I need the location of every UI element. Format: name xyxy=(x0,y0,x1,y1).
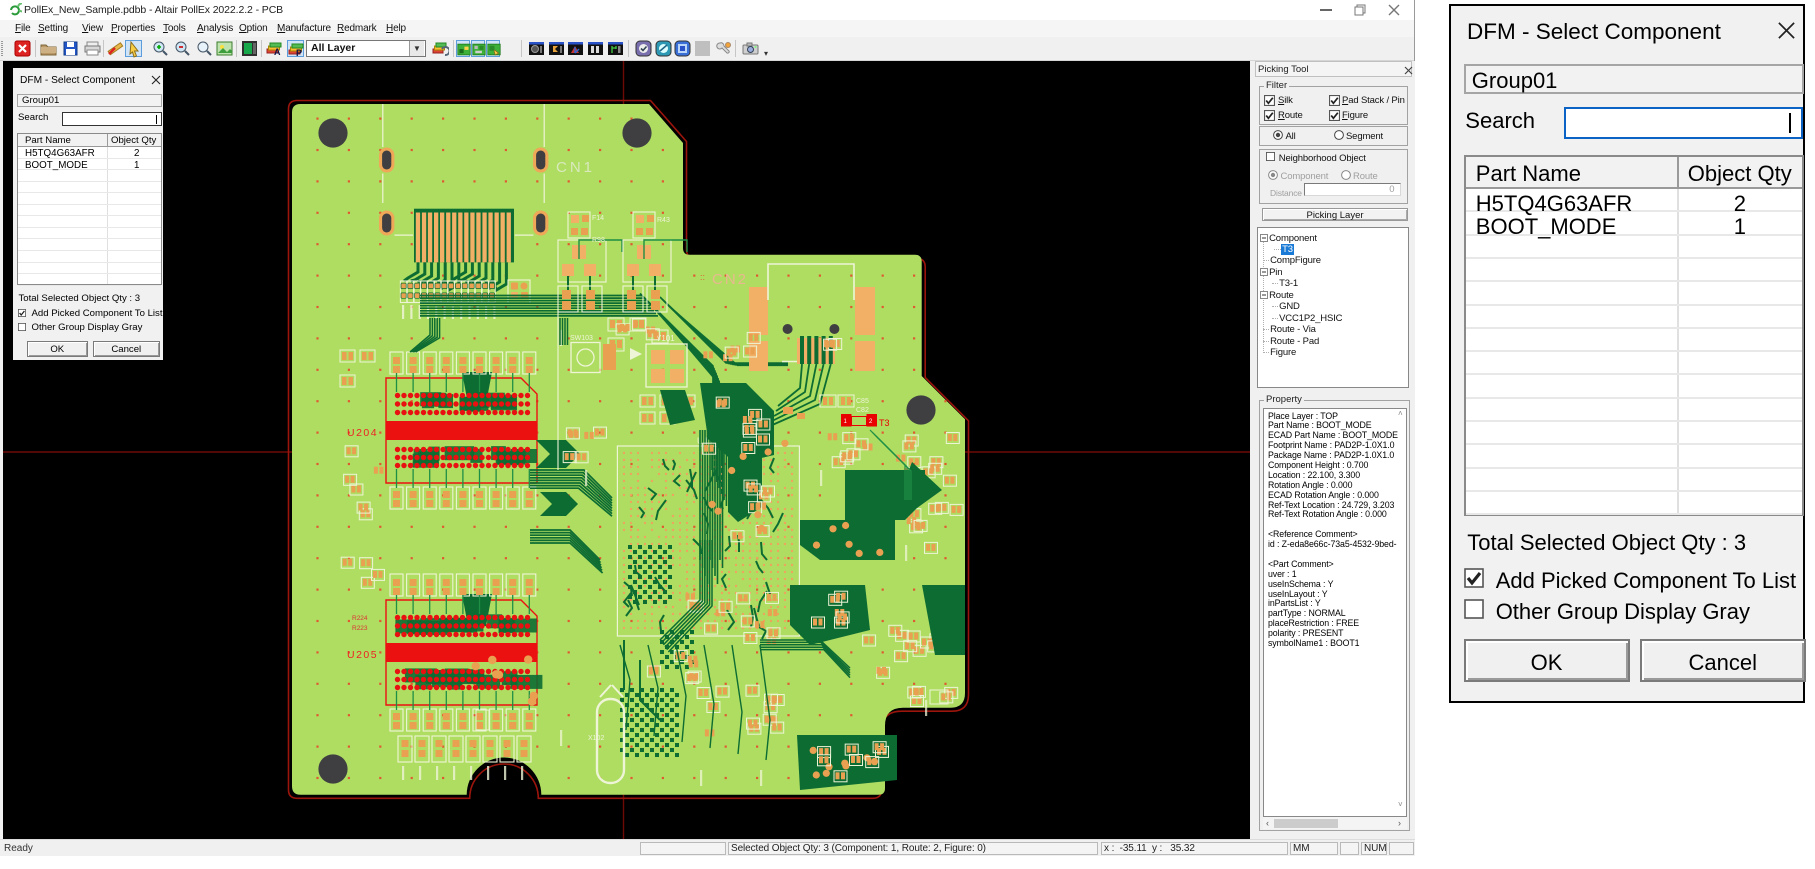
svg-text:A: A xyxy=(274,47,281,57)
svg-text:CN1: CN1 xyxy=(556,159,595,176)
svg-text:P: P xyxy=(296,48,302,58)
svg-text:U205: U205 xyxy=(347,649,378,661)
svg-text:T3: T3 xyxy=(879,418,890,428)
svg-text:C82: C82 xyxy=(856,407,869,414)
svg-text:::: :: xyxy=(700,272,705,282)
svg-text:R43: R43 xyxy=(657,217,670,224)
svg-text:C85: C85 xyxy=(856,398,869,405)
svg-text:SW103: SW103 xyxy=(570,335,593,342)
svg-text:X102: X102 xyxy=(588,735,604,742)
svg-text:R223: R223 xyxy=(352,625,368,632)
svg-text:CN2: CN2 xyxy=(712,271,748,288)
svg-text:F14: F14 xyxy=(592,215,604,222)
svg-text:R98: R98 xyxy=(592,237,605,244)
svg-text:R224: R224 xyxy=(352,615,368,622)
svg-text:U204: U204 xyxy=(347,427,378,439)
